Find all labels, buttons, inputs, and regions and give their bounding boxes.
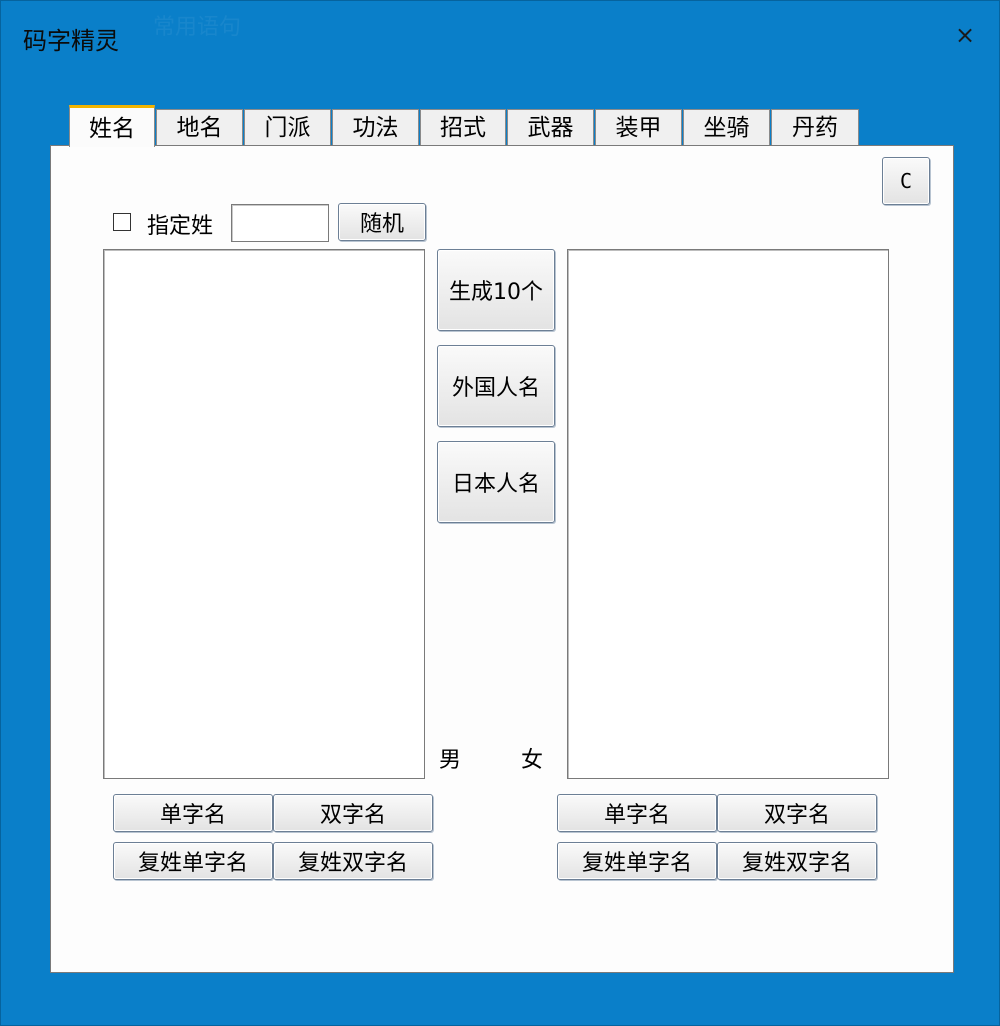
- tab-panel-names: C 指定姓 随机 生成10个 外国人名 日本人名 男 女 单字名 双字名 复姓单…: [50, 145, 954, 973]
- generate-10-button[interactable]: 生成10个: [437, 249, 555, 331]
- foreign-names-button[interactable]: 外国人名: [437, 345, 555, 427]
- japanese-names-button[interactable]: 日本人名: [437, 441, 555, 523]
- female-compound-double-button[interactable]: 复姓双字名: [717, 842, 877, 880]
- tab-places[interactable]: 地名: [156, 109, 243, 145]
- tab-weapons[interactable]: 武器: [507, 109, 594, 145]
- app-window: 常用语句 码字精灵 × 姓名 地名 门派 功法 招式 武器 装甲 坐骑 丹药 C…: [0, 0, 1000, 1026]
- tab-techniques[interactable]: 功法: [332, 109, 419, 145]
- male-single-name-button[interactable]: 单字名: [113, 794, 273, 832]
- random-button[interactable]: 随机: [338, 203, 426, 241]
- tab-names[interactable]: 姓名: [69, 105, 155, 147]
- female-name-list[interactable]: [567, 249, 889, 779]
- female-double-name-button[interactable]: 双字名: [717, 794, 877, 832]
- tab-pills[interactable]: 丹药: [771, 109, 859, 145]
- specify-surname-checkbox[interactable]: [113, 213, 131, 231]
- specify-surname-label: 指定姓: [147, 214, 214, 239]
- female-label: 女: [521, 748, 544, 773]
- male-compound-double-button[interactable]: 复姓双字名: [273, 842, 433, 880]
- male-name-list[interactable]: [103, 249, 425, 779]
- c-button[interactable]: C: [882, 157, 930, 205]
- tab-armor[interactable]: 装甲: [595, 109, 682, 145]
- male-double-name-button[interactable]: 双字名: [273, 794, 433, 832]
- tab-sects[interactable]: 门派: [244, 109, 331, 145]
- male-label: 男: [439, 748, 462, 773]
- tab-moves[interactable]: 招式: [420, 109, 506, 145]
- tab-mounts[interactable]: 坐骑: [683, 109, 770, 145]
- window-title: 码字精灵: [23, 27, 119, 55]
- female-compound-single-button[interactable]: 复姓单字名: [557, 842, 717, 880]
- surname-input[interactable]: [231, 204, 329, 242]
- close-icon[interactable]: ×: [948, 19, 982, 53]
- title-bar[interactable]: 码字精灵 ×: [1, 1, 1000, 71]
- male-compound-single-button[interactable]: 复姓单字名: [113, 842, 273, 880]
- female-single-name-button[interactable]: 单字名: [557, 794, 717, 832]
